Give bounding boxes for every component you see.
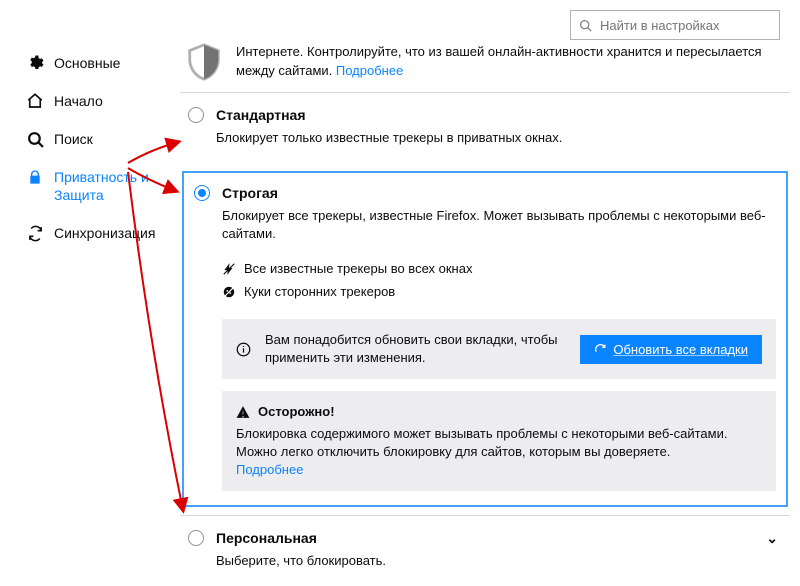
reload-icon bbox=[594, 343, 607, 356]
intro-text: Интернете. Контролируйте, что из вашей о… bbox=[236, 42, 770, 82]
radio-standard[interactable] bbox=[188, 107, 204, 123]
radio-strict[interactable] bbox=[194, 185, 210, 201]
option-desc: Блокирует только известные трекеры в при… bbox=[216, 129, 782, 147]
option-standard[interactable]: Стандартная Блокирует только известные т… bbox=[180, 92, 790, 163]
expand-icon[interactable]: ⌄ bbox=[766, 530, 778, 547]
option-desc: Блокирует все трекеры, известные Firefox… bbox=[222, 207, 776, 243]
settings-sidebar: Основные Начало Поиск Приватность и Защи… bbox=[0, 48, 170, 256]
flash-icon bbox=[222, 262, 236, 276]
option-strict[interactable]: Строгая Блокирует все трекеры, известные… bbox=[182, 171, 788, 507]
home-icon bbox=[26, 92, 44, 110]
search-icon bbox=[26, 130, 44, 148]
warning-title: Осторожно! bbox=[258, 403, 335, 421]
info-icon bbox=[236, 342, 251, 357]
cookie-icon bbox=[222, 285, 236, 299]
gear-icon bbox=[26, 54, 44, 72]
content-area: Интернете. Контролируйте, что из вашей о… bbox=[180, 42, 790, 566]
sidebar-item-privacy[interactable]: Приватность и Защита bbox=[18, 162, 170, 210]
sidebar-item-label: Синхронизация bbox=[54, 224, 162, 242]
sidebar-item-general[interactable]: Основные bbox=[18, 48, 170, 78]
feature-third-party-cookies: Куки сторонних трекеров bbox=[222, 280, 776, 303]
reload-tabs-button[interactable]: Обновить все вкладки bbox=[580, 335, 762, 364]
sidebar-item-search[interactable]: Поиск bbox=[18, 124, 170, 154]
option-custom[interactable]: ⌄ Персональная Выберите, что блокировать… bbox=[180, 515, 790, 586]
lock-icon bbox=[26, 168, 44, 186]
sidebar-item-label: Основные bbox=[54, 54, 162, 72]
sidebar-item-sync[interactable]: Синхронизация bbox=[18, 218, 170, 248]
warning-body: Блокировка содержимого может вызывать пр… bbox=[236, 426, 727, 459]
feature-all-trackers: Все известные трекеры во всех окнах bbox=[222, 257, 776, 280]
warning-learn-more-link[interactable]: Подробнее bbox=[236, 462, 303, 477]
sidebar-item-label: Начало bbox=[54, 92, 162, 110]
option-title: Строгая bbox=[222, 185, 278, 201]
option-title: Стандартная bbox=[216, 107, 306, 123]
search-input[interactable] bbox=[598, 17, 778, 34]
strict-features: Все известные трекеры во всех окнах Куки… bbox=[222, 257, 776, 303]
warning-icon bbox=[236, 405, 250, 419]
shield-icon bbox=[186, 42, 222, 82]
strict-warning: Осторожно! Блокировка содержимого может … bbox=[222, 391, 776, 491]
sidebar-item-home[interactable]: Начало bbox=[18, 86, 170, 116]
sync-icon bbox=[26, 224, 44, 242]
radio-custom[interactable] bbox=[188, 530, 204, 546]
reload-notice-text: Вам понадобится обновить свои вкладки, ч… bbox=[265, 331, 566, 367]
reload-notice: Вам понадобится обновить свои вкладки, ч… bbox=[222, 319, 776, 379]
sidebar-item-label: Приватность и Защита bbox=[54, 168, 162, 204]
sidebar-item-label: Поиск bbox=[54, 130, 162, 148]
intro-learn-more-link[interactable]: Подробнее bbox=[336, 63, 403, 78]
option-desc: Выберите, что блокировать. bbox=[216, 552, 782, 570]
search-box[interactable] bbox=[570, 10, 780, 40]
option-title: Персональная bbox=[216, 530, 317, 546]
search-icon bbox=[579, 19, 592, 32]
intro-block: Интернете. Контролируйте, что из вашей о… bbox=[180, 42, 790, 92]
